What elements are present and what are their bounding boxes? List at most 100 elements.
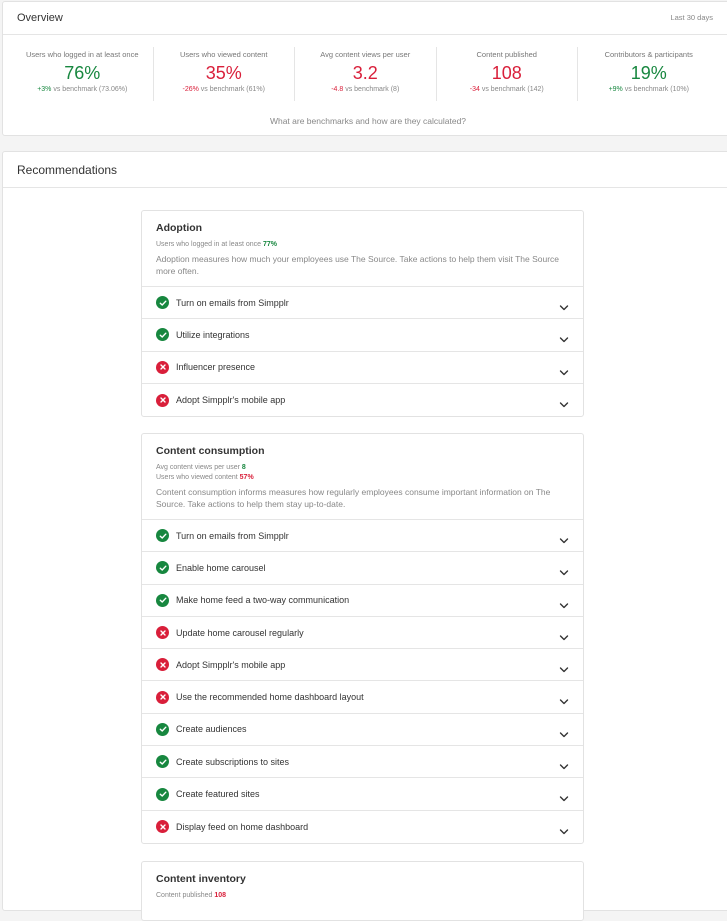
recommendation-item[interactable]: Adopt Simpplr's mobile app (142, 384, 583, 416)
section-metric: Avg content views per user 8 (156, 463, 569, 473)
recommendation-list: Turn on emails from Simpplr Enable home c… (142, 520, 583, 843)
x-circle-icon (156, 393, 169, 407)
benchmark-text: vs benchmark (142) (479, 86, 544, 93)
recommendation-label: Turn on emails from Simpplr (176, 297, 289, 308)
recommendation-label: Enable home carousel (176, 562, 266, 573)
chevron-down-icon[interactable] (559, 396, 569, 408)
check-circle-icon (156, 561, 169, 575)
chevron-down-icon[interactable] (559, 564, 569, 576)
metric-value: 108 (491, 63, 522, 83)
section-metric-label: Users who viewed content (156, 474, 240, 481)
benchmark-text: vs benchmark (8) (343, 86, 400, 93)
section-content-consumption: Content consumption Avg content views pe… (141, 433, 584, 844)
section-title: Content inventory (156, 873, 246, 885)
metric-logged-in: Users who logged in at least once 76% +3… (12, 47, 154, 101)
chevron-down-icon[interactable] (559, 693, 569, 705)
recommendation-item[interactable]: Create subscriptions to sites (142, 746, 583, 779)
recommendation-item[interactable]: Update home carousel regularly (142, 617, 583, 650)
recommendation-list: Turn on emails from Simpplr Utilize integ… (142, 287, 583, 416)
metric-delta: -4.8 (331, 86, 344, 93)
recommendation-item[interactable]: Make home feed a two-way communication (142, 585, 583, 617)
metric-benchmark: -4.8 vs benchmark (8) (295, 86, 436, 93)
section-metric-value: 77% (263, 241, 278, 248)
section-description: Adoption measures how much your employee… (156, 254, 560, 276)
metric-label: Contributors & participants (604, 50, 693, 59)
metric-value: 76% (64, 63, 101, 83)
benchmarks-info-link[interactable]: What are benchmarks and how are they cal… (3, 116, 727, 126)
x-circle-icon (156, 658, 169, 672)
metric-value: 3.2 (352, 63, 378, 83)
chevron-down-icon[interactable] (559, 823, 569, 834)
metric-delta: -26% (182, 86, 199, 93)
recommendation-item[interactable]: Influencer presence (142, 352, 583, 384)
recommendation-label: Make home feed a two-way communication (176, 595, 350, 606)
metric-avg-views: Avg content views per user 3.2 -4.8 vs b… (295, 47, 437, 101)
recommendations-header: Recommendations (3, 152, 727, 188)
metrics-row: Users who logged in at least once 76% +3… (12, 47, 727, 101)
chevron-down-icon[interactable] (559, 629, 569, 641)
section-metric-label: Content published (156, 892, 215, 899)
metric-delta: +3% (37, 86, 52, 93)
metric-label: Avg content views per user (320, 50, 411, 59)
chevron-down-icon[interactable] (559, 532, 569, 544)
section-metric-label: Users who logged in at least once (156, 241, 264, 248)
benchmark-text: vs benchmark (61%) (198, 86, 265, 93)
check-circle-icon (156, 722, 169, 736)
x-circle-icon (156, 690, 169, 704)
chevron-down-icon[interactable] (559, 790, 569, 802)
recommendation-item[interactable]: Create audiences (142, 714, 583, 747)
check-circle-icon (156, 593, 169, 607)
metric-delta: -34 (469, 86, 480, 93)
section-metric: Users who logged in at least once 77% (156, 240, 569, 250)
recommendation-item[interactable]: Use the recommended home dashboard layou… (142, 681, 583, 714)
recommendation-item[interactable]: Enable home carousel (142, 552, 583, 585)
recommendation-item[interactable]: Adopt Simpplr's mobile app (142, 649, 583, 682)
x-circle-icon (156, 360, 169, 374)
chevron-down-icon[interactable] (559, 331, 569, 343)
section-adoption: Adoption Users who logged in at least on… (141, 210, 584, 418)
recommendation-label: Create audiences (176, 724, 247, 735)
recommendation-item[interactable]: Display feed on home dashboard (142, 811, 583, 843)
recommendation-label: Create subscriptions to sites (176, 756, 290, 767)
chevron-down-icon[interactable] (559, 299, 569, 311)
recommendation-label: Display feed on home dashboard (176, 821, 309, 832)
chevron-down-icon[interactable] (559, 726, 569, 737)
section-header: Adoption Users who logged in at least on… (142, 211, 583, 287)
chevron-down-icon[interactable] (559, 597, 569, 608)
overview-title: Overview (17, 12, 63, 24)
recommendation-item[interactable]: Utilize integrations (142, 319, 583, 352)
recommendation-item[interactable]: Turn on emails from Simpplr (142, 287, 583, 320)
x-circle-icon (156, 626, 169, 640)
recommendations-title: Recommendations (17, 163, 118, 177)
date-range-label: Last 30 days (670, 13, 713, 22)
metric-content-published: Content published 108 -34 vs benchmark (… (437, 47, 578, 101)
check-circle-icon (156, 296, 169, 310)
overview-card: Overview Last 30 days Users who logged i… (2, 1, 727, 136)
benchmark-text: vs benchmark (73.06%) (51, 86, 128, 93)
recommendation-item[interactable]: Turn on emails from Simpplr (142, 520, 583, 553)
recommendation-label: Influencer presence (176, 362, 256, 373)
metric-label: Users who logged in at least once (25, 50, 139, 59)
section-metric-value: 8 (241, 464, 246, 471)
chevron-down-icon[interactable] (559, 758, 569, 770)
section-metric-label: Avg content views per user (156, 464, 242, 471)
section-metric: Content published 108 (156, 891, 569, 901)
recommendation-label: Adopt Simpplr's mobile app (176, 395, 286, 406)
metric-benchmark: +9% vs benchmark (10%) (578, 86, 720, 93)
overview-header: Overview Last 30 days (3, 2, 727, 35)
recommendation-label: Adopt Simpplr's mobile app (176, 659, 286, 670)
section-content-inventory: Content inventory Content published 108 (141, 861, 584, 921)
x-circle-icon (156, 820, 169, 834)
metric-benchmark: -26% vs benchmark (61%) (154, 86, 295, 93)
metric-benchmark: +3% vs benchmark (73.06%) (12, 86, 153, 93)
recommendation-item[interactable]: Create featured sites (142, 778, 583, 811)
section-metric: Users who viewed content 57% (156, 473, 569, 483)
section-metrics: Users who logged in at least once 77% (156, 240, 569, 250)
metric-label: Content published (476, 50, 537, 59)
chevron-down-icon[interactable] (559, 661, 569, 673)
section-metric-value: 108 (214, 892, 227, 899)
recommendation-label: Use the recommended home dashboard layou… (176, 692, 364, 703)
section-metrics: Avg content views per user 8 Users who v… (156, 463, 569, 483)
chevron-down-icon[interactable] (559, 364, 569, 375)
check-circle-icon (156, 529, 169, 543)
